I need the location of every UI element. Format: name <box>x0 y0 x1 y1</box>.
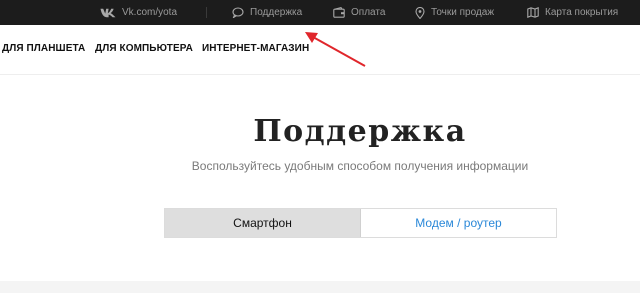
wallet-icon <box>333 7 351 18</box>
tab-smartphone[interactable]: Смартфон <box>165 209 361 237</box>
vk-logo-icon <box>100 8 122 18</box>
coverage-map-link[interactable]: Карта покрытия <box>527 0 618 25</box>
payment-link-label: Оплата <box>351 7 386 18</box>
tab-modem-router[interactable]: Модем / роутер <box>361 209 556 237</box>
shops-link[interactable]: Точки продаж <box>415 0 494 25</box>
main-nav: ДЛЯ ПЛАНШЕТА ДЛЯ КОМПЬЮТЕРА ИНТЕРНЕТ-МАГ… <box>0 25 640 75</box>
topbar-divider <box>206 7 207 18</box>
page-title: Поддержка <box>253 114 467 149</box>
vk-link[interactable]: Vk.com/yota <box>100 0 177 25</box>
nav-item-online-shop[interactable]: ИНТЕРНЕТ-МАГАЗИН <box>202 43 309 54</box>
coverage-map-link-label: Карта покрытия <box>545 7 619 18</box>
map-pin-icon <box>415 6 431 19</box>
chat-bubble-icon <box>232 7 250 18</box>
top-bar: Vk.com/yota Поддержка Оплата Точки прода… <box>0 0 640 25</box>
map-icon <box>527 7 545 18</box>
nav-item-computer[interactable]: ДЛЯ КОМПЬЮТЕРА <box>95 43 193 54</box>
vk-link-label: Vk.com/yota <box>122 7 178 18</box>
page-subtitle: Воспользуйтесь удобным способом получени… <box>191 159 529 173</box>
support-link[interactable]: Поддержка <box>232 0 302 25</box>
device-tabs: Смартфон Модем / роутер <box>164 208 557 238</box>
payment-link[interactable]: Оплата <box>333 0 385 25</box>
content-footer-strip <box>0 281 640 293</box>
shops-link-label: Точки продаж <box>431 7 495 18</box>
support-link-label: Поддержка <box>250 7 303 18</box>
nav-item-tablet[interactable]: ДЛЯ ПЛАНШЕТА <box>2 43 85 54</box>
